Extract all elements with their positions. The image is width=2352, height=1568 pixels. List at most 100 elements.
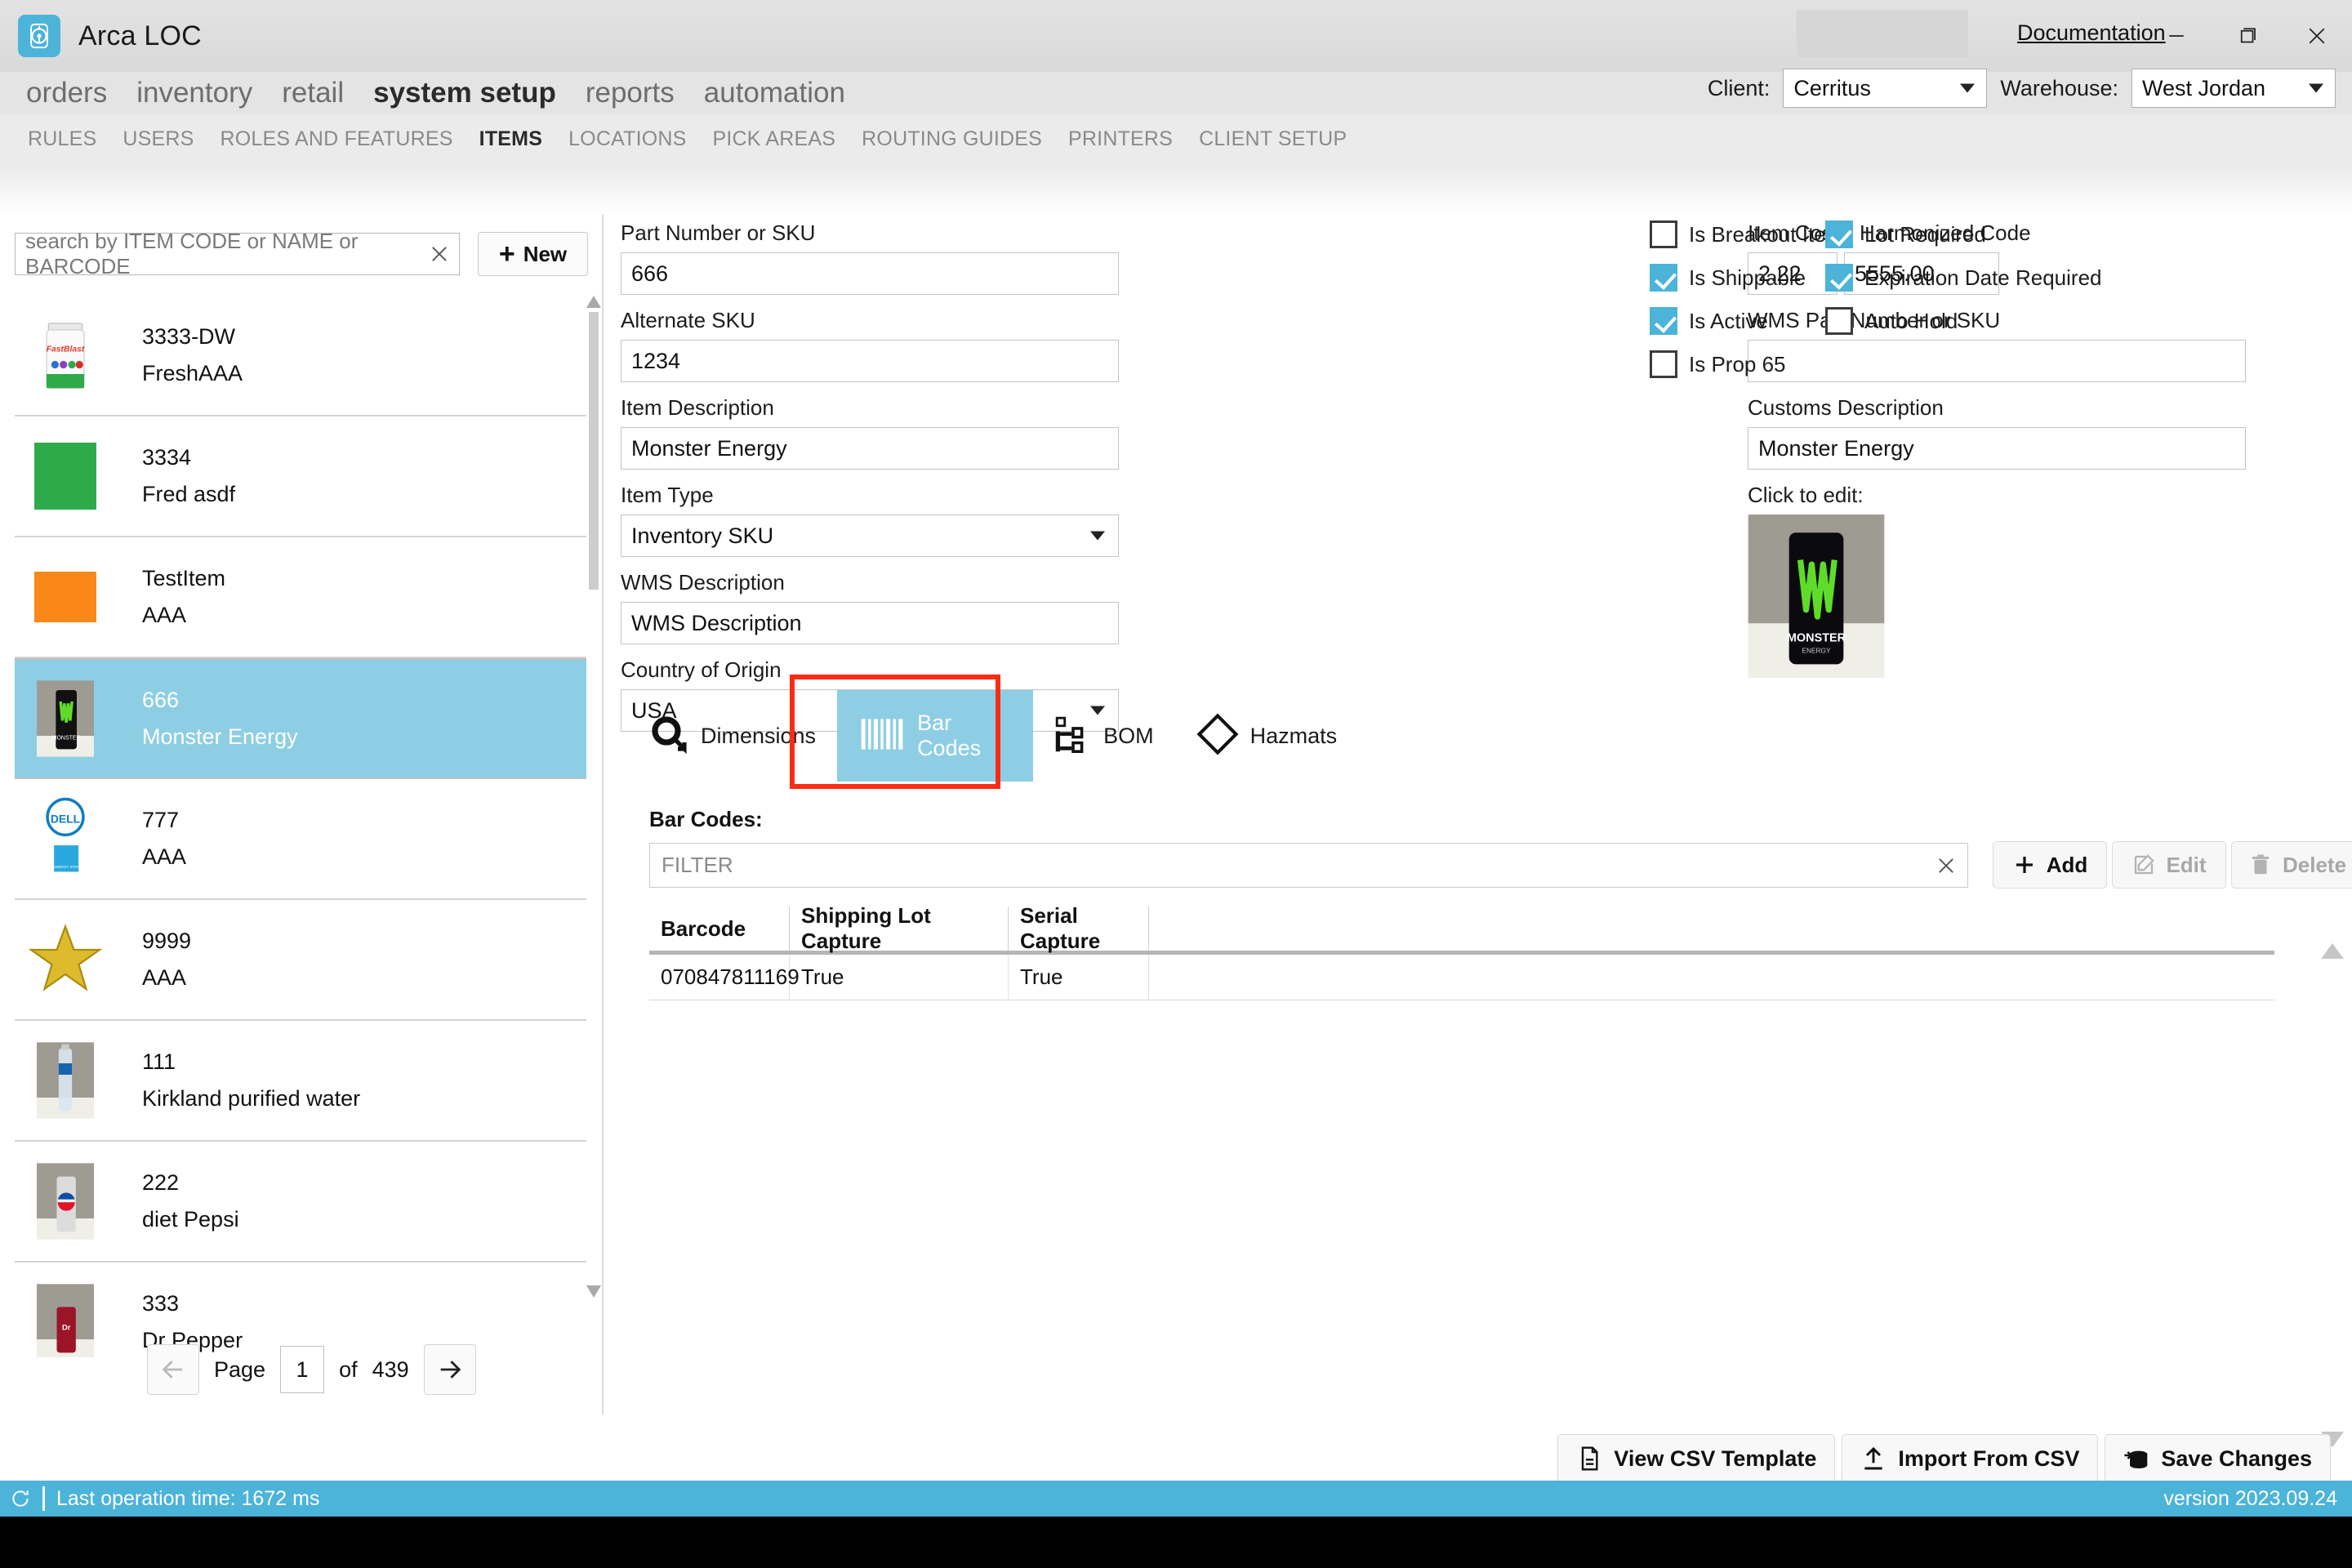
edit-barcode-button[interactable]: Edit: [2112, 841, 2226, 889]
warehouse-dropdown[interactable]: West Jordan: [2132, 69, 2336, 108]
list-item-selected[interactable]: MONSTER 666 Monster Energy: [15, 658, 586, 779]
item-image-thumbnail[interactable]: MONSTER ENERGY: [1748, 514, 1885, 678]
close-icon[interactable]: [2282, 0, 2352, 72]
subnav-item-roles-and-features[interactable]: ROLES AND FEATURES: [207, 127, 466, 151]
subnav-item-rules[interactable]: RULES: [15, 127, 109, 151]
scroll-down-icon[interactable]: [586, 1285, 601, 1300]
table-scroll-up-icon[interactable]: [2321, 943, 2344, 961]
scrollbar-track[interactable]: [589, 312, 599, 1284]
table-scrollbar[interactable]: [2321, 943, 2344, 1450]
wms-description-input[interactable]: WMS Description: [621, 602, 1119, 644]
import-from-csv-label: Import From CSV: [1898, 1446, 2080, 1471]
checkbox-box[interactable]: [1650, 220, 1677, 248]
svg-text:MONSTER: MONSTER: [1787, 632, 1846, 645]
title-bar: Arca LOC Documentation: [0, 0, 2352, 72]
compass-icon: [18, 15, 60, 57]
clear-search-icon[interactable]: [428, 243, 451, 265]
checkbox-auto-hold[interactable]: Auto Hold: [1825, 307, 2102, 335]
alternate-sku-input[interactable]: 1234: [621, 340, 1119, 382]
barcodes-filter-input[interactable]: FILTER: [649, 843, 1968, 888]
mainnav-item-inventory[interactable]: inventory: [122, 77, 267, 109]
list-item[interactable]: 3334 Fred asdf: [15, 416, 586, 537]
refresh-icon[interactable]: [10, 1488, 31, 1509]
list-item-code: 111: [142, 1049, 176, 1074]
list-item[interactable]: FastBlast 3333-DW FreshAAA: [15, 296, 586, 416]
list-item[interactable]: TestItem AAA: [15, 537, 586, 658]
checkbox-expiration-date-required[interactable]: Expiration Date Required: [1825, 264, 2102, 292]
scroll-up-icon[interactable]: [586, 296, 601, 310]
detail-tabs: Dimensions Bar Codes BOM Hazmats: [629, 690, 1358, 782]
checkbox-box[interactable]: [1650, 350, 1677, 378]
list-item[interactable]: DELL ENERGY STAR 777 AAA: [15, 779, 586, 900]
new-item-button[interactable]: + New: [478, 232, 588, 276]
item-type-dropdown[interactable]: Inventory SKU: [621, 514, 1119, 557]
titlebar-placeholder-box: [1797, 10, 1968, 57]
cell-barcode: 070847811169: [649, 954, 800, 1000]
column-header-shipping-lot-capture[interactable]: Shipping Lot Capture: [790, 903, 1009, 953]
item-list-scrollbar[interactable]: [586, 296, 601, 1300]
subnav-item-routing-guides[interactable]: ROUTING GUIDES: [849, 127, 1055, 151]
page-number-input[interactable]: 1: [280, 1346, 325, 1393]
mainnav-item-system-setup[interactable]: system setup: [359, 77, 571, 109]
minimize-icon[interactable]: [2141, 0, 2212, 72]
panel-divider: [602, 214, 604, 1414]
checkbox-box[interactable]: [1650, 307, 1677, 335]
add-barcode-button[interactable]: Add: [1993, 841, 2107, 889]
mainnav-item-reports[interactable]: reports: [571, 77, 689, 109]
list-item-name: Monster Energy: [142, 724, 298, 749]
tab-bar-codes[interactable]: Bar Codes: [837, 690, 1034, 782]
list-item[interactable]: Dr 333 Dr Pepper: [15, 1263, 586, 1357]
subnav-item-users[interactable]: USERS: [109, 127, 207, 151]
tab-dimensions[interactable]: Dimensions: [629, 695, 837, 777]
tab-bar-codes-label: Bar Codes: [917, 710, 982, 760]
part-number-input[interactable]: 666: [621, 252, 1119, 295]
subnav-item-client-setup[interactable]: CLIENT SETUP: [1186, 127, 1360, 151]
checkbox-is-active[interactable]: Is Active: [1650, 307, 1825, 335]
column-header-serial-capture[interactable]: Serial Capture: [1009, 903, 1149, 953]
checkbox-lot-required[interactable]: Lot Required: [1825, 220, 2102, 248]
item-list[interactable]: FastBlast 3333-DW FreshAAA 3334 Fred asd…: [15, 296, 586, 1357]
customs-description-input[interactable]: Monster Energy: [1748, 427, 2246, 470]
part-number-group: Part Number or SKU 666: [621, 220, 1119, 295]
checkbox-is-shippable[interactable]: Is Shippable: [1650, 264, 1825, 292]
table-row[interactable]: 070847811169 True True: [649, 954, 2274, 1000]
window-controls: [2141, 0, 2352, 72]
list-item[interactable]: 222 diet Pepsi: [15, 1142, 586, 1263]
search-input[interactable]: search by ITEM CODE or NAME or BARCODE: [15, 229, 460, 278]
subnav-item-locations[interactable]: LOCATIONS: [555, 127, 699, 151]
delete-barcode-button[interactable]: Delete: [2231, 841, 2352, 889]
save-changes-button[interactable]: Save Changes: [2105, 1434, 2331, 1483]
checkbox-box[interactable]: [1650, 264, 1677, 292]
scrollbar-thumb[interactable]: [589, 312, 599, 590]
checkbox-box[interactable]: [1825, 307, 1853, 335]
subnav-item-printers[interactable]: PRINTERS: [1055, 127, 1186, 151]
checkbox-box[interactable]: [1825, 220, 1853, 248]
cell-blank: [1149, 955, 2274, 1000]
pepsi-can-icon: [26, 1156, 105, 1246]
mainnav-item-automation[interactable]: automation: [689, 77, 860, 109]
mainnav-item-retail[interactable]: retail: [267, 77, 359, 109]
view-csv-template-button[interactable]: View CSV Template: [1557, 1434, 1836, 1483]
subnav-item-items[interactable]: ITEMS: [466, 127, 555, 151]
subnav-item-pick-areas[interactable]: PICK AREAS: [700, 127, 849, 151]
tab-bom[interactable]: BOM: [1033, 695, 1175, 777]
mainnav-item-orders[interactable]: orders: [11, 77, 122, 109]
item-flags: Is Breakout Item Lot Required Is Shippab…: [1650, 220, 2102, 378]
tab-hazmats[interactable]: Hazmats: [1175, 695, 1359, 777]
column-header-blank[interactable]: [1149, 906, 2274, 951]
clear-filter-icon[interactable]: [1935, 854, 1958, 877]
client-dropdown[interactable]: Cerritus: [1783, 69, 1988, 108]
checkbox-is-breakout-item[interactable]: Is Breakout Item: [1650, 220, 1843, 248]
checkbox-box[interactable]: [1825, 264, 1853, 292]
item-description-input[interactable]: Monster Energy: [621, 427, 1119, 470]
save-changes-label: Save Changes: [2161, 1446, 2312, 1471]
list-item[interactable]: 111 Kirkland purified water: [15, 1021, 586, 1142]
items-sidebar: search by ITEM CODE or NAME or BARCODE +…: [0, 220, 602, 1413]
list-item[interactable]: 9999 AAA: [15, 900, 586, 1021]
checkbox-is-prop-65[interactable]: Is Prop 65: [1650, 350, 1825, 378]
restore-icon[interactable]: [2212, 0, 2282, 72]
next-page-button[interactable]: [423, 1344, 476, 1395]
import-from-csv-button[interactable]: Import From CSV: [1842, 1434, 2099, 1483]
previous-page-button[interactable]: [147, 1344, 199, 1395]
column-header-barcode[interactable]: Barcode: [649, 906, 790, 951]
